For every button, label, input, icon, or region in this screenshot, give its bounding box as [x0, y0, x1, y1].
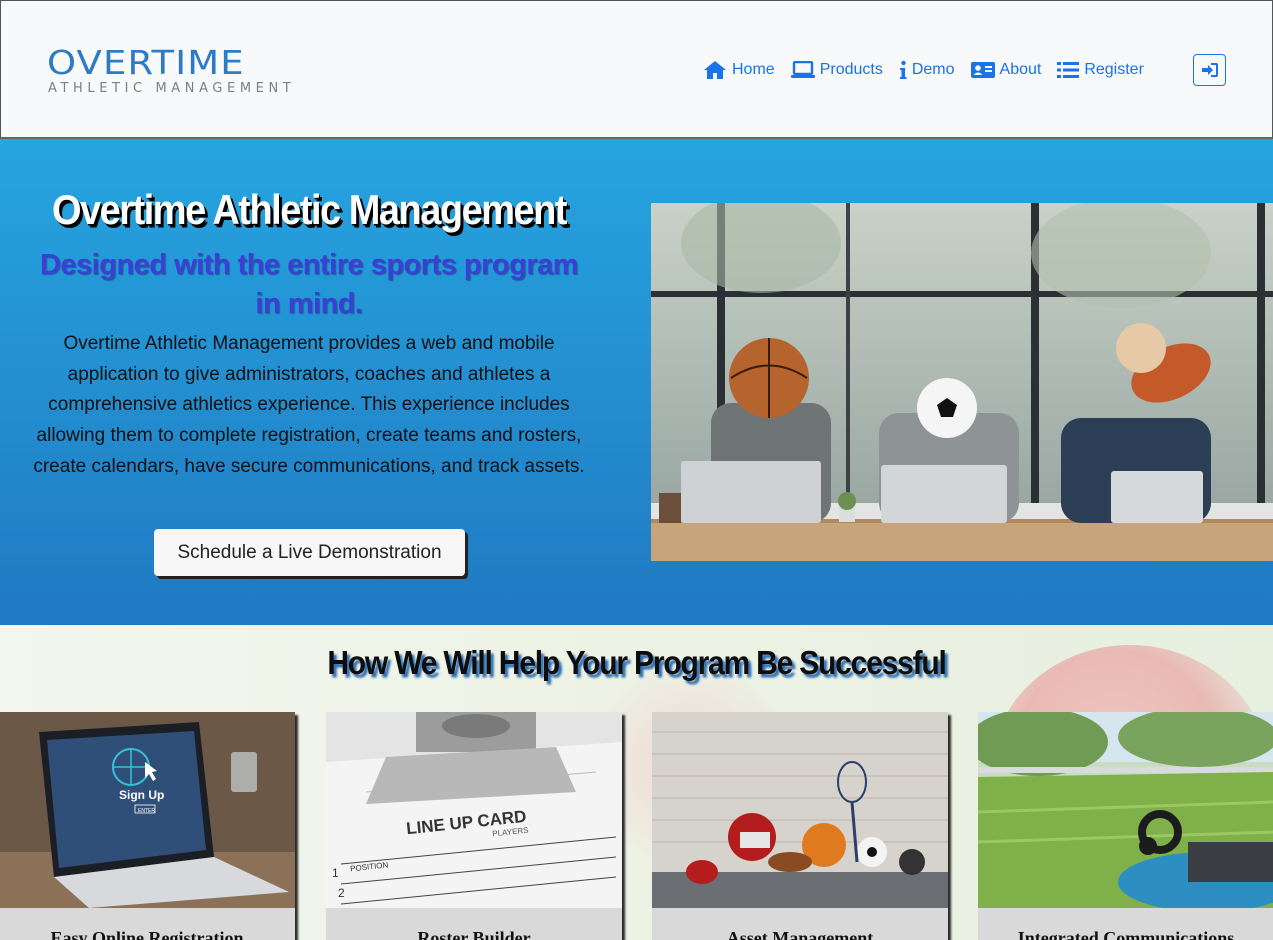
hero-section: Overtime Athletic Management Designed wi… — [0, 139, 1273, 625]
feature-label: Easy Online Registration — [50, 928, 244, 940]
home-icon — [704, 61, 726, 79]
asset-management-image — [652, 712, 948, 908]
feature-card-roster[interactable]: LINE UP CARD PLAYERS POSITION 1 2 Roster… — [326, 712, 622, 940]
nav-links: Home Products Demo About Register — [703, 57, 1160, 83]
nav-demo[interactable]: Demo — [899, 60, 955, 80]
info-icon — [899, 60, 907, 79]
businessmen-with-balls-image — [651, 203, 1273, 561]
logo-tagline: ATHLETIC MANAGEMENT — [48, 81, 296, 96]
laptop-icon — [790, 61, 815, 78]
nav-products-label: Products — [819, 61, 883, 78]
feature-label: Integrated Communications — [1017, 928, 1235, 940]
hero-description: Overtime Athletic Management provides a … — [33, 333, 585, 477]
features-title: How We Will Help Your Program Be Success… — [327, 644, 946, 682]
list-icon — [1057, 62, 1080, 78]
registration-image: Sign Up ENTER — [0, 712, 295, 908]
id-card-icon — [970, 62, 995, 78]
logo-wordmark: OVERTIME — [47, 43, 245, 82]
features-section: How We Will Help Your Program Be Success… — [0, 625, 1273, 940]
feature-card-registration[interactable]: Sign Up ENTER Easy Online Registration — [0, 712, 295, 940]
registration-image-enter: ENTER — [138, 808, 155, 814]
navbar: OVERTIME ATHLETIC MANAGEMENT Home Produc… — [0, 0, 1273, 139]
overtime-logo[interactable]: OVERTIME ATHLETIC MANAGEMENT — [47, 41, 317, 99]
feature-label: Asset Management — [726, 928, 874, 940]
hero-title: Overtime Athletic Management — [51, 187, 568, 235]
hero-photo — [651, 203, 1273, 561]
nav-products[interactable]: Products — [790, 61, 883, 79]
nav-about-label: About — [999, 61, 1042, 78]
roster-image-row-1: 1 — [332, 866, 339, 880]
schedule-demo-button[interactable]: Schedule a Live Demonstration — [154, 529, 465, 576]
nav-demo-label: Demo — [911, 61, 955, 78]
roster-image: LINE UP CARD PLAYERS POSITION 1 2 — [326, 712, 622, 908]
sign-in-icon — [1201, 63, 1218, 77]
nav-home-label: Home — [732, 61, 775, 78]
feature-card-assets[interactable]: Asset Management — [652, 712, 948, 940]
login-button[interactable] — [1193, 54, 1226, 86]
feature-card-communications[interactable]: Integrated Communications — [978, 712, 1273, 940]
nav-about[interactable]: About — [970, 61, 1042, 79]
nav-home[interactable]: Home — [703, 60, 775, 80]
communications-image — [978, 712, 1273, 908]
nav-register[interactable]: Register — [1057, 61, 1144, 79]
hero-subtitle: Designed with the entire sports program … — [39, 249, 579, 320]
feature-label: Roster Builder — [417, 928, 531, 940]
registration-image-text: Sign Up — [119, 788, 164, 802]
roster-image-row-2: 2 — [338, 886, 345, 900]
nav-register-label: Register — [1084, 61, 1144, 78]
